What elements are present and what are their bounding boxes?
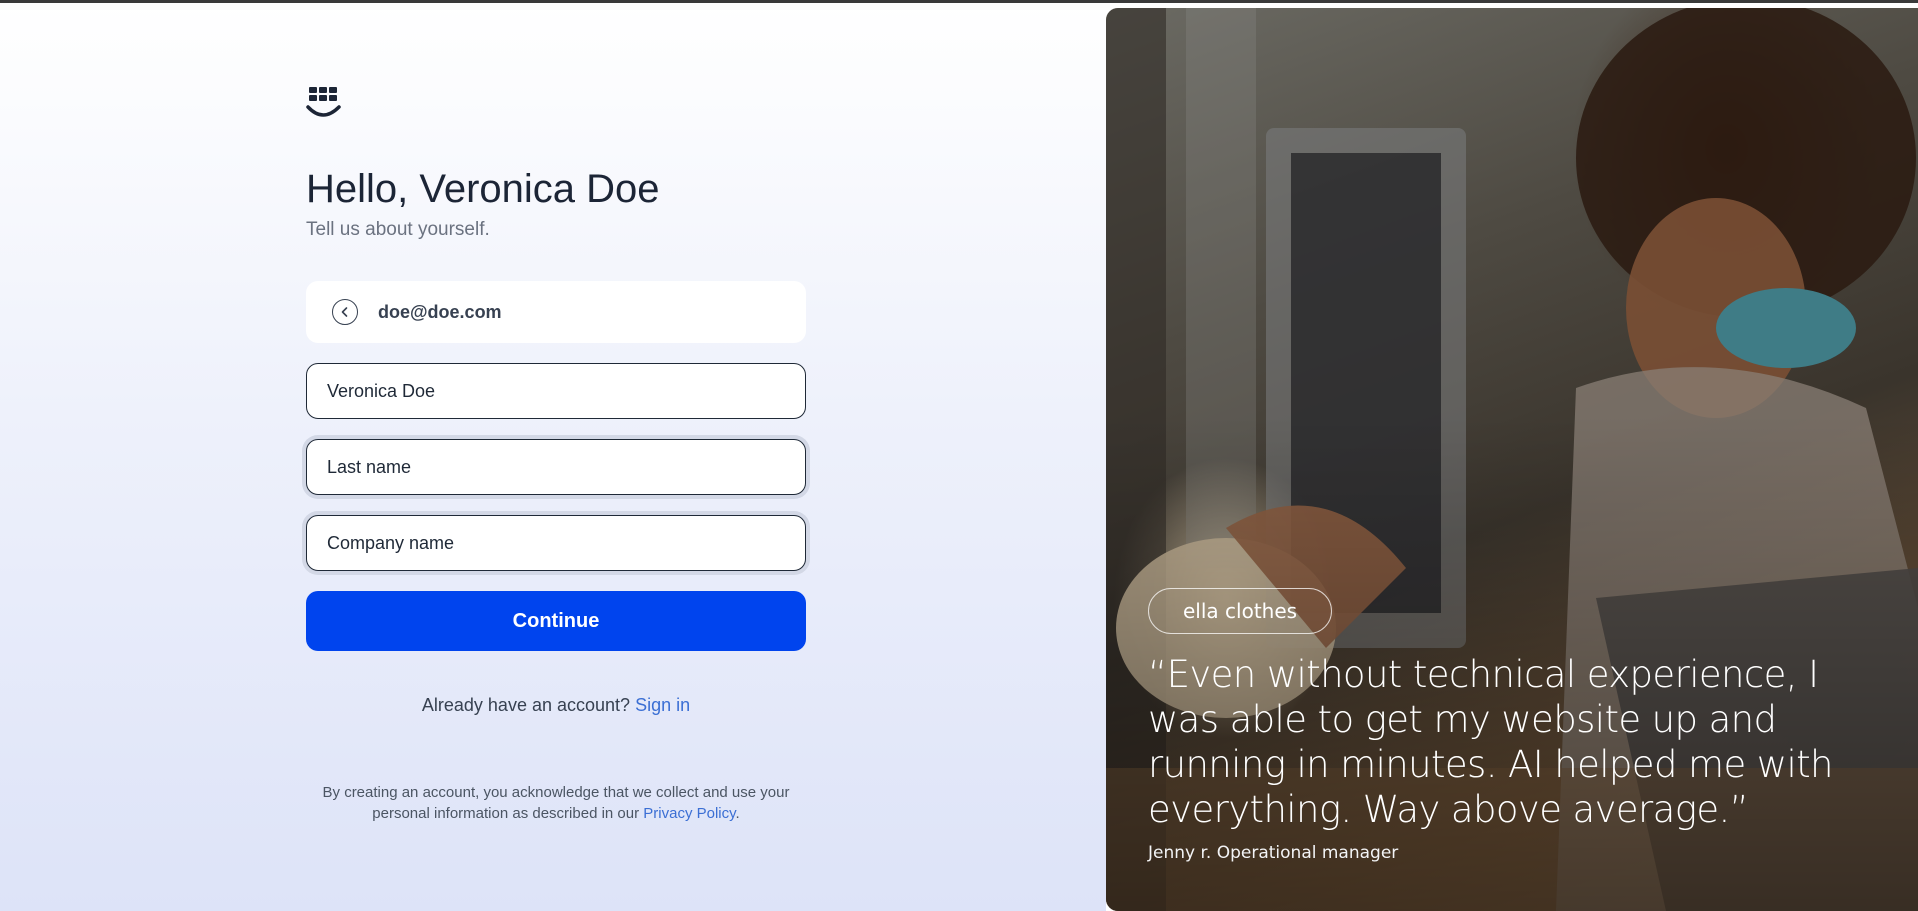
continue-button[interactable]: Continue xyxy=(306,591,806,651)
last-name-input[interactable] xyxy=(327,456,805,478)
company-name-field[interactable] xyxy=(306,515,806,571)
signin-prompt-text: Already have an account? xyxy=(421,695,631,715)
legal-suffix: . xyxy=(735,805,740,822)
testimonial-panel: ella clothes “Even without technical exp… xyxy=(1106,8,1918,911)
signin-link[interactable]: Sign in xyxy=(635,695,690,715)
privacy-policy-link[interactable]: Privacy Policy xyxy=(643,805,735,822)
signup-form: Hello, Veronica Doe Tell us about yourse… xyxy=(306,85,806,824)
signin-prompt: Already have an account? Sign in xyxy=(306,695,806,716)
legal-notice: By creating an account, you acknowledge … xyxy=(306,782,806,824)
page-title: Hello, Veronica Doe xyxy=(306,167,660,211)
company-name-input[interactable] xyxy=(327,532,805,554)
back-arrow-icon[interactable] xyxy=(332,299,358,325)
brand-logo-icon xyxy=(306,85,342,125)
testimonial-author: Jenny r. Operational manager xyxy=(1148,843,1399,863)
signup-form-pane: Hello, Veronica Doe Tell us about yourse… xyxy=(0,3,1106,911)
email-value: doe@doe.com xyxy=(378,301,502,322)
brand-badge: ella clothes xyxy=(1148,588,1333,634)
email-summary: doe@doe.com xyxy=(306,281,806,343)
first-name-field[interactable] xyxy=(306,363,806,419)
testimonial-quote: “Even without technical experience, I wa… xyxy=(1148,653,1833,831)
first-name-input[interactable] xyxy=(327,380,805,402)
last-name-field[interactable] xyxy=(306,439,806,495)
page-subtitle: Tell us about yourself. xyxy=(306,219,490,240)
